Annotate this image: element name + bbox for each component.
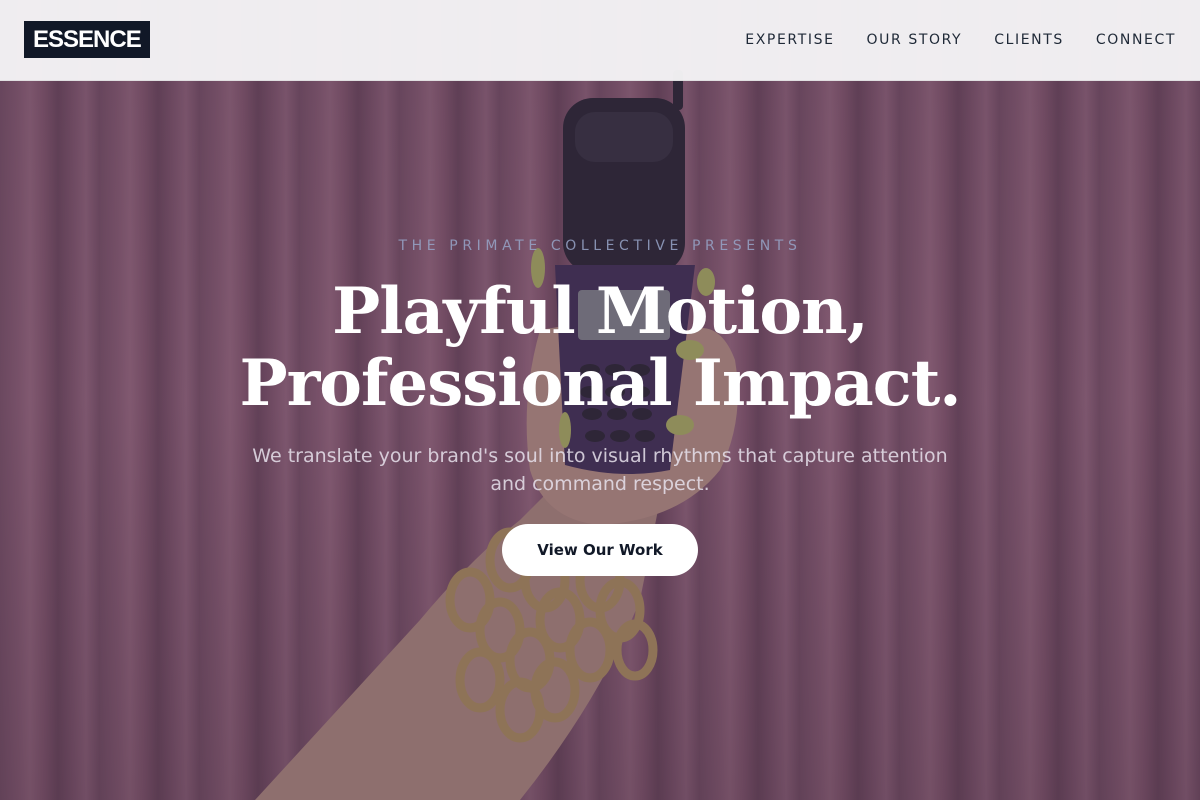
- page: ESSENCE EXPERTISE OUR STORY CLIENTS CONN…: [0, 0, 1200, 800]
- site-header: ESSENCE EXPERTISE OUR STORY CLIENTS CONN…: [0, 0, 1200, 81]
- view-our-work-button[interactable]: View Our Work: [502, 524, 698, 576]
- brand-logo[interactable]: ESSENCE: [24, 21, 150, 58]
- nav-link-clients[interactable]: CLIENTS: [994, 32, 1064, 48]
- headline-line-2: Professional Impact.: [239, 346, 961, 421]
- main-nav: EXPERTISE OUR STORY CLIENTS CONNECT: [745, 0, 1176, 80]
- nav-link-our-story[interactable]: OUR STORY: [867, 32, 963, 48]
- hero-subtext: We translate your brand's soul into visu…: [252, 445, 948, 495]
- nav-link-expertise[interactable]: EXPERTISE: [745, 32, 834, 48]
- headline-line-1: Playful Motion,: [332, 274, 869, 349]
- nav-link-connect[interactable]: CONNECT: [1096, 32, 1176, 48]
- hero-eyebrow: THE PRIMATE COLLECTIVE PRESENTS: [398, 238, 802, 254]
- hero-headline: Playful Motion, Professional Impact.: [0, 276, 1200, 420]
- hero-section: THE PRIMATE COLLECTIVE PRESENTS Playful …: [0, 0, 1200, 800]
